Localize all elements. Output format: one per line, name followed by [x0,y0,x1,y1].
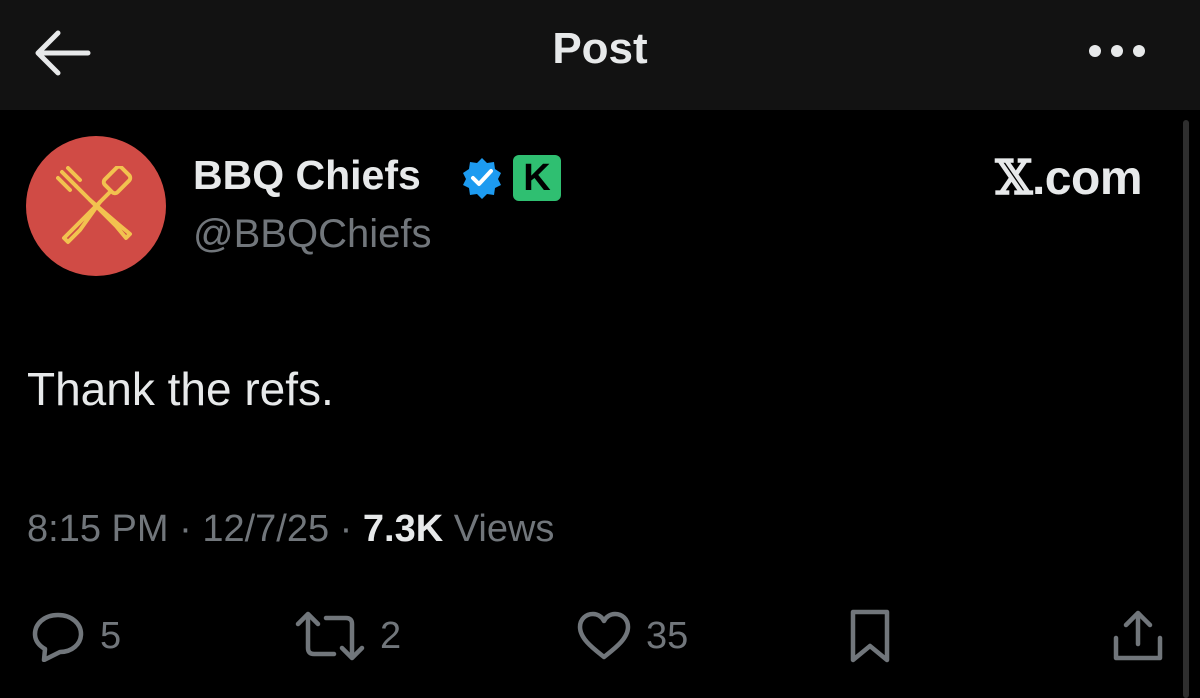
separator: · [329,508,363,550]
repost-icon [295,611,365,661]
repost-button[interactable]: 2 [294,606,401,666]
views-count: 7.3K [362,508,444,550]
reply-button[interactable]: 5 [30,606,121,666]
separator: · [168,508,203,550]
x-com-watermark: 𝕏.com [995,150,1142,206]
views-label: Views [443,508,555,550]
heart-icon [577,611,631,660]
more-horizontal-icon [1089,45,1145,57]
bookmark-icon [850,609,890,663]
reply-count: 5 [100,614,122,657]
post-metadata: 8:15 PM · 12/7/25 · 7.3K Views [27,508,554,551]
avatar[interactable] [26,136,166,276]
share-button[interactable] [1110,606,1166,666]
verified-badge-icon [463,158,501,199]
post-time[interactable]: 8:15 PM [27,508,169,550]
crossed-fork-spatula-icon [56,166,133,244]
more-options-button[interactable] [1086,36,1148,66]
post-date[interactable]: 12/7/25 [202,508,329,550]
reply-bubble-icon [32,612,84,662]
repost-count: 2 [380,614,402,657]
post-text: Thank the refs. [27,363,334,415]
author-display-name[interactable]: BBQ Chiefs [193,152,421,199]
x-logo-icon: 𝕏 [995,150,1032,206]
author-handle[interactable]: @BBQChiefs [193,212,431,257]
affiliate-badge[interactable]: K [513,155,561,201]
source-domain: .com [1031,152,1143,205]
bookmark-button[interactable] [848,606,892,666]
scrollbar[interactable] [1183,120,1189,698]
like-count: 35 [646,614,689,657]
page-title: Post [552,24,648,73]
top-bar: Post [0,0,1200,110]
share-upload-icon [1113,610,1163,661]
like-button[interactable]: 35 [576,606,688,666]
